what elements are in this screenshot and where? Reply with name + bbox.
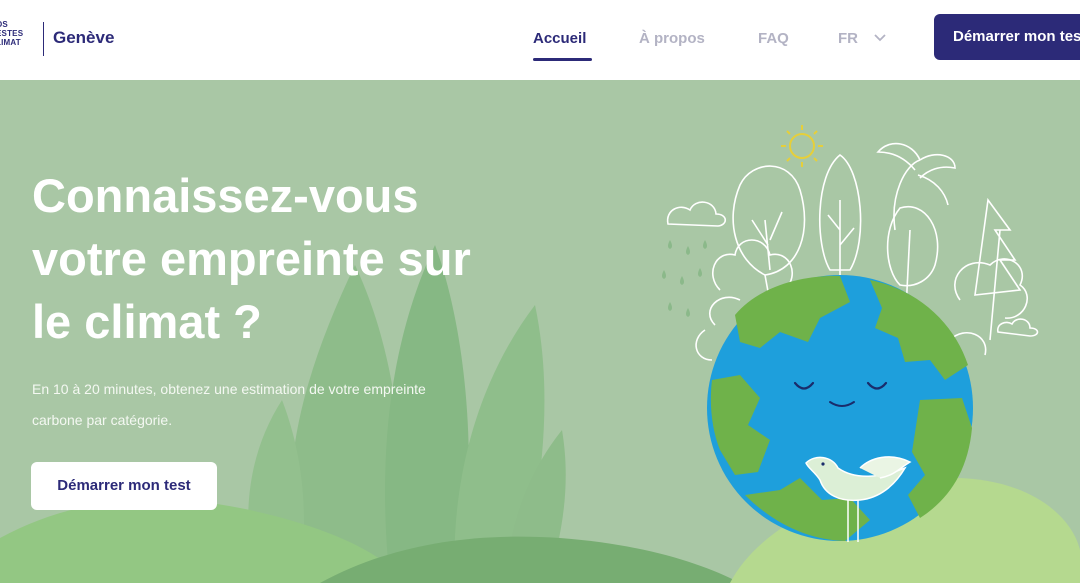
logo-line: LIMAT <box>0 38 21 47</box>
logo[interactable]: OS ESTES LIMAT <box>0 20 38 47</box>
logo-divider <box>43 22 44 56</box>
hero-title: Connaissez-vous votre empreinte sur le c… <box>32 164 592 353</box>
language-selector[interactable]: FR <box>838 30 858 47</box>
logo-line: OS <box>0 20 8 29</box>
hero-title-line: Connaissez-vous <box>32 169 419 222</box>
earth-illustration <box>707 275 973 541</box>
logo-city-name[interactable]: Genève <box>53 28 114 48</box>
top-navbar: OS ESTES LIMAT Genève Accueil À propos F… <box>0 0 1080 80</box>
rain-icon <box>662 240 707 317</box>
hero-start-test-button[interactable]: Démarrer mon test <box>31 462 217 510</box>
nav-link-home[interactable]: Accueil <box>533 30 586 47</box>
chevron-down-icon[interactable] <box>874 34 886 42</box>
nav-active-indicator <box>533 58 592 61</box>
language-label: FR <box>838 30 858 47</box>
hero-subtitle-line: En 10 à 20 minutes, obtenez une estimati… <box>32 381 426 397</box>
sun-icon <box>781 125 823 167</box>
logo-line: ESTES <box>0 29 24 38</box>
start-test-button[interactable]: Démarrer mon test <box>934 14 1080 60</box>
nav-link-faq[interactable]: FAQ <box>758 30 789 47</box>
hero-section: Connaissez-vous votre empreinte sur le c… <box>0 80 1080 583</box>
hero-subtitle: En 10 à 20 minutes, obtenez une estimati… <box>32 374 552 436</box>
hero-subtitle-line: carbone par catégorie. <box>32 412 173 428</box>
hero-title-line: votre empreinte sur <box>32 232 471 285</box>
nav-link-about[interactable]: À propos <box>639 30 705 47</box>
hero-title-line: le climat ? <box>32 295 262 348</box>
